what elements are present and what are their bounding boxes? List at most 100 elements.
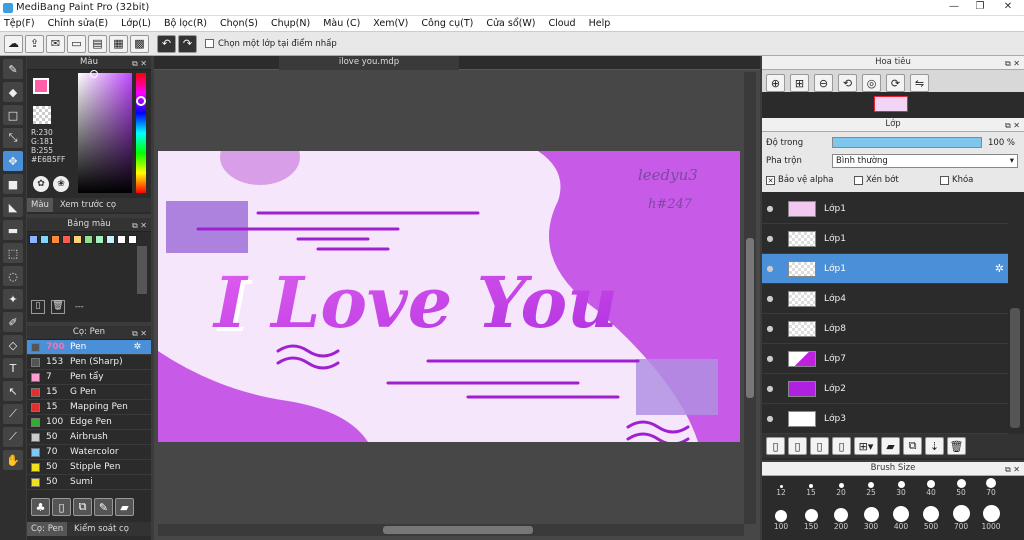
palette-swatch[interactable] [73,235,82,244]
undock-icon[interactable]: ⧉ ✕ [132,327,147,340]
undock-icon[interactable]: ⧉ ✕ [132,57,147,70]
zoom-fit-icon[interactable]: ⊞ [790,74,809,92]
gallery-icon[interactable]: ▦ [109,34,128,53]
brush-size-option[interactable]: 12 [768,478,794,497]
layer-row[interactable]: ● Lớp1 [762,224,1008,254]
tab-brush[interactable]: Cọ: Pen [27,522,68,536]
redo-icon[interactable]: ↷ [178,34,197,53]
layer-row[interactable]: ● Lớp3 [762,404,1008,434]
menu-snap[interactable]: Chụp(N) [271,18,310,29]
saturation-picker[interactable] [78,73,132,193]
brush-size-option[interactable]: 700 [948,504,974,531]
layer-row[interactable]: ● Lớp1 [762,194,1008,224]
gradient-tool-icon[interactable]: ▬ [3,220,23,240]
dropper-icon[interactable]: ⟋ [3,427,23,447]
palette-swatch[interactable] [117,235,126,244]
brush-size-option[interactable]: 400 [888,504,914,531]
palette-icon[interactable]: ✿ [33,176,49,192]
gear-icon[interactable]: ✲ [995,262,1004,275]
brush-size-option[interactable]: 500 [918,504,944,531]
hue-handle[interactable] [136,96,146,106]
visibility-icon[interactable]: ● [762,354,778,363]
menu-layer[interactable]: Lớp(L) [121,18,151,29]
menu-cloud[interactable]: Cloud [548,18,575,29]
chat-icon[interactable]: ✉ [46,34,65,53]
layer-row[interactable]: ● Lớp8 [762,314,1008,344]
flip-icon[interactable]: ⇋ [910,74,929,92]
maximize-icon[interactable]: ❐ [966,0,994,15]
palette-swatch[interactable] [95,235,104,244]
brush-size-option[interactable]: 150 [798,504,824,531]
brush-size-option[interactable]: 50 [948,478,974,497]
add-layer-dropdown-icon[interactable]: ⊞▾ [854,437,878,455]
palette2-icon[interactable]: ❀ [53,176,69,192]
bucket-tool-icon[interactable]: ◣ [3,197,23,217]
operation-icon[interactable]: ↖ [3,381,23,401]
brush-item[interactable]: 15 G Pen [27,385,151,400]
hue-slider[interactable] [136,73,146,193]
palette-swatch[interactable] [84,235,93,244]
new-palette-icon[interactable]: ▯ [31,300,45,314]
tab-brush-control[interactable]: Kiểm soát cọ [70,522,133,536]
layer-row[interactable]: ● Lớp4 [762,284,1008,314]
tab-color[interactable]: Màu [27,198,53,212]
visibility-icon[interactable]: ● [762,414,778,423]
brush-copy-icon[interactable]: ⧉ [73,498,92,516]
brush-size-option[interactable]: 20 [828,478,854,497]
menu-window[interactable]: Cửa sổ(W) [486,18,535,29]
brush-size-option[interactable]: 40 [918,478,944,497]
palette-swatch[interactable] [106,235,115,244]
new-layer-icon[interactable]: ▯ [766,437,785,455]
minimize-icon[interactable]: — [940,0,968,15]
visibility-icon[interactable]: ● [762,384,778,393]
rotate-left-icon[interactable]: ⟲ [838,74,857,92]
brush-size-option[interactable]: 70 [978,478,1004,497]
lock-checkbox[interactable] [940,175,949,185]
grid-icon[interactable]: ▩ [130,34,149,53]
delete-layer-icon[interactable]: 🗑 [947,437,966,455]
rect-tool-icon[interactable]: □ [3,105,23,125]
horizontal-scrollbar[interactable] [158,524,744,536]
brush-add-icon[interactable]: ♣ [31,498,50,516]
select-layer-checkbox[interactable] [205,39,214,48]
close-icon[interactable]: ✕ [994,0,1022,15]
layer-scrollbar[interactable] [1010,308,1020,428]
eraser-tool-icon[interactable]: ◆ [3,82,23,102]
blend-select[interactable]: Bình thường ▾ [832,154,1018,168]
brush-size-option[interactable]: 200 [828,504,854,531]
brush-item[interactable]: 15 Mapping Pen [27,400,151,415]
cloud-icon[interactable]: ☁ [4,34,23,53]
brush-size-option[interactable]: 300 [858,504,884,531]
select-eraser-icon[interactable]: ◇ [3,335,23,355]
layer-row[interactable]: ● Lớp7 [762,344,1008,374]
menu-select[interactable]: Chọn(S) [220,18,258,29]
menu-tools[interactable]: Công cụ(T) [421,18,473,29]
document-icon[interactable]: ▤ [88,34,107,53]
brush-item[interactable]: 50 Stipple Pen [27,460,151,475]
brush-new-icon[interactable]: ▯ [52,498,71,516]
brush-size-option[interactable]: 15 [798,478,824,497]
clip-checkbox[interactable] [854,175,863,185]
undock-icon[interactable]: ⧉ ✕ [1005,57,1020,70]
duplicate-icon[interactable]: ⧉ [903,437,922,455]
menu-filter[interactable]: Bộ lọc(R) [164,18,207,29]
brush-size-option[interactable]: 25 [858,478,884,497]
zoom-in-icon[interactable]: ⊕ [766,74,785,92]
merge-icon[interactable]: ⇣ [925,437,944,455]
zoom-out-icon[interactable]: ⊖ [814,74,833,92]
brush-item[interactable]: 153 Pen (Sharp) [27,355,151,370]
undo-icon[interactable]: ↶ [157,34,176,53]
palette-swatch[interactable] [62,235,71,244]
palette-swatch[interactable] [29,235,38,244]
primary-color-swatch[interactable] [33,78,49,94]
folder-icon[interactable]: ▰ [881,437,900,455]
comment-icon[interactable]: ▭ [67,34,86,53]
brush-item[interactable]: 70 Watercolor [27,445,151,460]
trash-icon[interactable]: 🗑 [51,300,65,314]
brush-item[interactable]: 100 Edge Pen [27,415,151,430]
new-halftone-icon[interactable]: ▯ [832,437,851,455]
rotate-right-icon[interactable]: ⟳ [886,74,905,92]
palette-swatch[interactable] [40,235,49,244]
palette-swatch[interactable] [51,235,60,244]
new-layer-1bit-icon[interactable]: ▯ [810,437,829,455]
